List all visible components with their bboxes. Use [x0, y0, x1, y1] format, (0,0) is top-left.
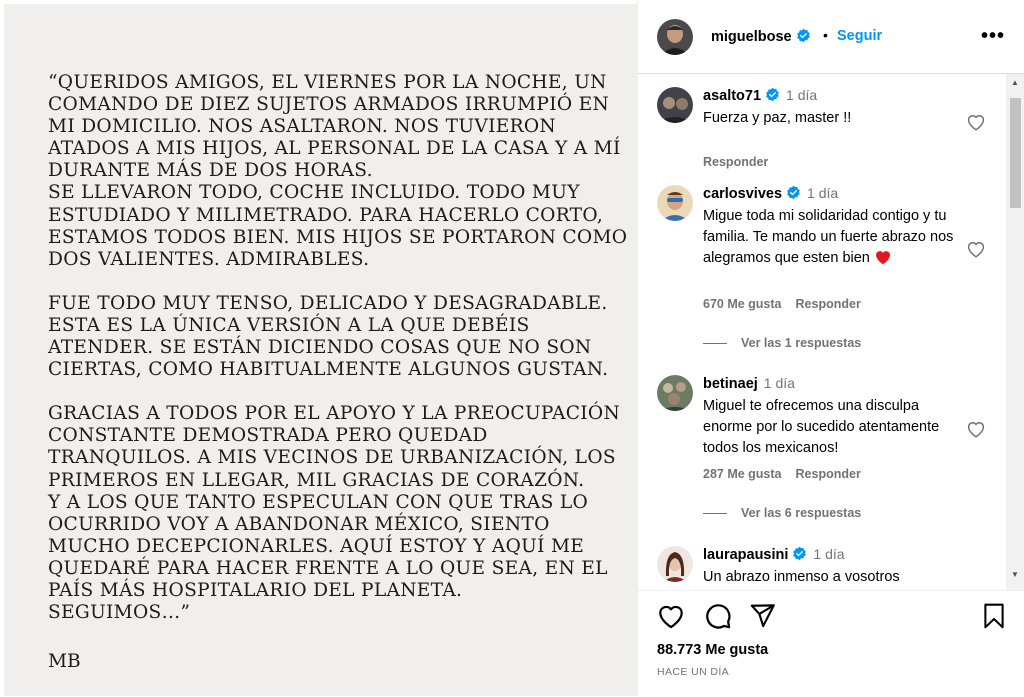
share-icon[interactable]: [749, 602, 776, 634]
comment-text: Miguel te ofrecemos una disculpa enorme …: [703, 398, 940, 456]
scroll-up-arrow-icon[interactable]: ▲: [1011, 78, 1019, 87]
comment-text: Un abrazo inmenso a vosotros: [703, 569, 900, 585]
header-separator: •: [823, 27, 828, 43]
post-actions-bar: 88.773 Me gusta HACE UN DÍA: [638, 590, 1024, 697]
comment-meta: 670 Me gusta Responder: [703, 297, 875, 311]
comment-likes-count[interactable]: 670 Me gusta: [703, 297, 782, 311]
post-image: “Queridos amigos, el viernes por la noch…: [4, 4, 637, 696]
save-bookmark-icon[interactable]: [981, 602, 1007, 635]
post-likes-count[interactable]: 88.773 Me gusta: [657, 642, 768, 658]
post-timestamp[interactable]: HACE UN DÍA: [657, 666, 729, 678]
view-replies-label: Ver las 1 respuestas: [741, 336, 862, 350]
more-options-icon[interactable]: •••: [981, 26, 1005, 46]
quote-paragraph: Fue todo muy tenso, delicado y desagrada…: [48, 292, 609, 381]
commenter-avatar[interactable]: [657, 546, 693, 582]
quote-paragraph: Seguimos…”: [48, 602, 191, 624]
comment-header: laurapausini 1 día: [703, 546, 845, 565]
quote-paragraph: Y a los que tanto especulan con que tras…: [48, 491, 608, 601]
comment-text-block: Migue toda mi solidaridad contigo y tu f…: [703, 206, 968, 269]
comment-like-heart-icon[interactable]: [966, 113, 986, 136]
post-quote: “Queridos amigos, el viernes por la noch…: [48, 72, 628, 624]
comment-like-heart-icon[interactable]: [966, 420, 986, 443]
quote-paragraph: Gracias a todos por el apoyo y la preocu…: [48, 403, 621, 491]
commenter-avatar[interactable]: [657, 185, 693, 221]
author-avatar[interactable]: [657, 19, 693, 55]
replies-divider: [703, 343, 727, 345]
comment-meta: Responder: [703, 155, 782, 169]
reply-button[interactable]: Responder: [796, 297, 861, 311]
comment-header: betinaej 1 día: [703, 375, 795, 392]
comments-scrollbar[interactable]: ▲ ▼: [1006, 74, 1024, 590]
comment-time[interactable]: 1 día: [813, 546, 844, 562]
comment-like-heart-icon[interactable]: [966, 240, 986, 263]
comment-icon[interactable]: [704, 602, 732, 635]
commenter-username[interactable]: betinaej: [703, 376, 758, 392]
commenter-username[interactable]: asalto71: [703, 88, 761, 104]
comment-likes-count[interactable]: 287 Me gusta: [703, 467, 782, 481]
post-signature: MB: [48, 651, 81, 672]
comment-header: asalto71 1 día: [703, 87, 817, 106]
commenter-username[interactable]: carlosvives: [703, 186, 782, 202]
verified-badge-icon: [792, 546, 807, 565]
commenter-avatar[interactable]: [657, 87, 693, 123]
view-replies-button[interactable]: Ver las 6 respuestas: [703, 506, 861, 520]
view-replies-label: Ver las 6 respuestas: [741, 506, 862, 520]
comment-time[interactable]: 1 día: [786, 87, 817, 103]
comments-list[interactable]: asalto71 1 día Fuerza y paz, master !! Re…: [638, 74, 1006, 590]
comment-time[interactable]: 1 día: [807, 185, 838, 201]
view-replies-button[interactable]: Ver las 1 respuestas: [703, 336, 861, 350]
reply-button[interactable]: Responder: [796, 467, 861, 481]
comment-time[interactable]: 1 día: [764, 375, 795, 391]
quote-paragraph: “Queridos amigos, el viernes por la noch…: [48, 72, 621, 182]
comment-text: Fuerza y paz, master !!: [703, 110, 852, 126]
heart-emoji: [874, 250, 892, 266]
author-username[interactable]: miguelbose: [711, 29, 792, 45]
follow-button[interactable]: Seguir: [837, 28, 882, 44]
verified-badge-icon: [796, 28, 811, 48]
quote-paragraph: Se llevaron todo, coche incluido. Todo m…: [48, 182, 628, 270]
comment-text: Migue toda mi solidaridad contigo y tu f…: [703, 208, 954, 266]
verified-badge-icon: [786, 185, 801, 204]
comment-meta: 287 Me gusta Responder: [703, 467, 875, 481]
scrollbar-thumb[interactable]: [1010, 98, 1021, 208]
post-side-panel: miguelbose • Seguir ••• asalto71 1 día Fu…: [637, 0, 1024, 696]
reply-button[interactable]: Responder: [703, 155, 768, 169]
commenter-username[interactable]: laurapausini: [703, 547, 788, 563]
commenter-avatar[interactable]: [657, 375, 693, 411]
verified-badge-icon: [765, 87, 780, 106]
scroll-down-arrow-icon[interactable]: ▼: [1011, 570, 1019, 579]
like-heart-icon[interactable]: [657, 603, 685, 634]
author-username-row: miguelbose: [711, 28, 811, 48]
comment-header: carlosvives 1 día: [703, 185, 838, 204]
post-header: miguelbose • Seguir •••: [638, 0, 1024, 74]
replies-divider: [703, 513, 727, 515]
